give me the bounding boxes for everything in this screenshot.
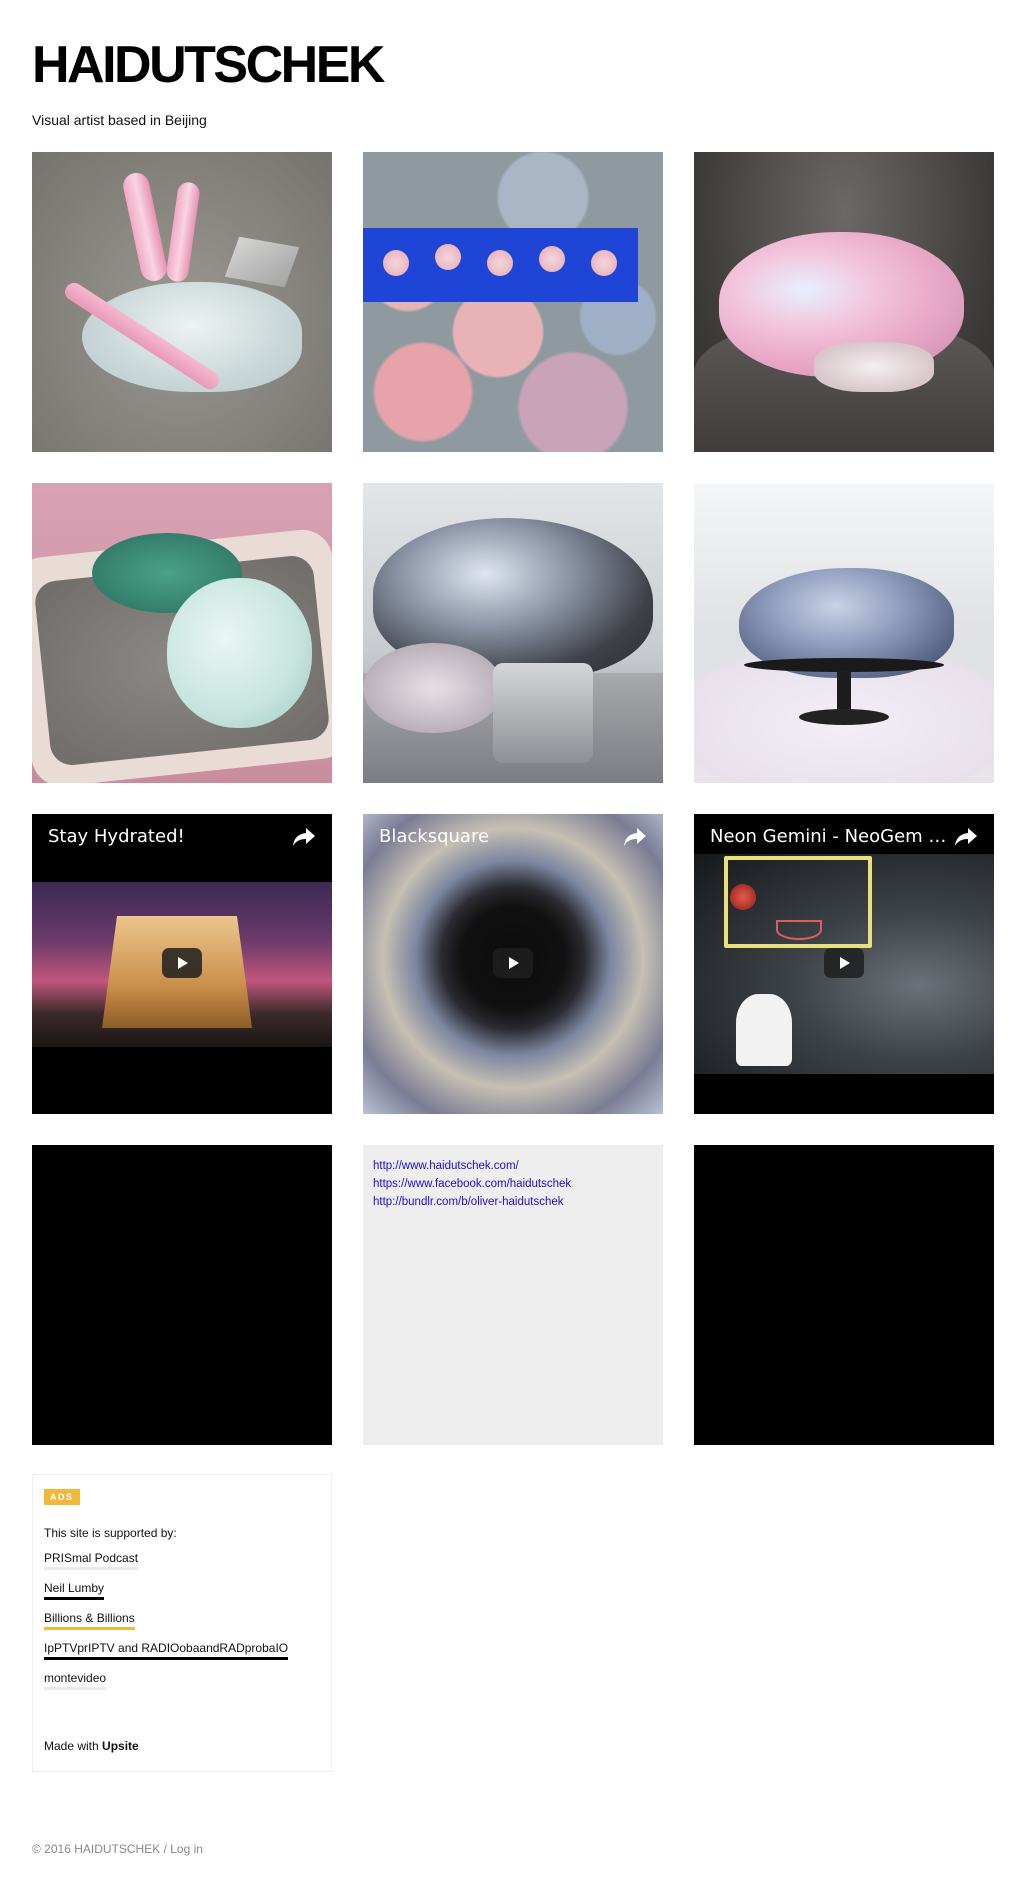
video-header: Neon Gemini - NeoGem α - … (694, 814, 994, 882)
sponsor-link[interactable]: Billions & Billions (44, 1611, 320, 1630)
gallery-image-3[interactable] (694, 152, 994, 452)
site-header: HAIDUTSCHEK Visual artist based in Beiji… (32, 39, 385, 128)
black-embed-tile (694, 1145, 994, 1445)
black-embed-tile (32, 1145, 332, 1445)
video-header: Blacksquare (363, 814, 663, 882)
sponsor-link[interactable]: PRISmal Podcast (44, 1551, 320, 1570)
video-embed-3[interactable]: Neon Gemini - NeoGem α - … (694, 814, 994, 1114)
video-embed-2[interactable]: Blacksquare (363, 814, 663, 1114)
sponsor-link[interactable]: IpPTVprIPTV and RADIOobaandRADprobaIO (44, 1641, 320, 1660)
video-title[interactable]: Blacksquare (379, 826, 619, 847)
sponsor-label: montevideo (44, 1671, 107, 1690)
links-tile: http://www.haidutschek.com/ https://www.… (363, 1145, 663, 1445)
gallery-image-1[interactable] (32, 152, 332, 452)
sponsor-label: IpPTVprIPTV and RADIOobaandRADprobaIO (44, 1641, 289, 1660)
sponsor-label: Billions & Billions (44, 1611, 135, 1630)
sponsor-link[interactable]: montevideo (44, 1671, 320, 1690)
play-button[interactable] (162, 948, 202, 978)
sponsor-label: PRISmal Podcast (44, 1551, 139, 1570)
site-subtitle: Visual artist based in Beijing (32, 112, 207, 128)
site-title[interactable]: HAIDUTSCHEK (32, 39, 385, 91)
ads-box: ADS This site is supported by: PRISmal P… (32, 1474, 332, 1772)
play-button[interactable] (493, 948, 533, 978)
gallery-image-4[interactable] (32, 483, 332, 783)
ads-badge: ADS (44, 1489, 80, 1505)
video-title[interactable]: Stay Hydrated! (48, 826, 288, 847)
video-header: Stay Hydrated! (32, 814, 332, 882)
bundlr-link[interactable]: http://bundlr.com/b/oliver-haidutschek (373, 1193, 653, 1211)
login-link[interactable]: Log in (170, 1842, 203, 1856)
video-title[interactable]: Neon Gemini - NeoGem α - … (710, 826, 950, 847)
share-icon[interactable] (623, 826, 647, 848)
gallery-image-5[interactable] (363, 483, 663, 783)
facebook-link[interactable]: https://www.facebook.com/haidutschek (373, 1175, 653, 1193)
share-icon[interactable] (954, 826, 978, 848)
website-link[interactable]: http://www.haidutschek.com/ (373, 1157, 653, 1175)
play-button[interactable] (824, 948, 864, 978)
made-with-prefix: Made with (44, 1739, 103, 1753)
ads-intro: This site is supported by: (44, 1526, 177, 1540)
gallery-image-2[interactable] (363, 152, 663, 452)
copyright-text: © 2016 HAIDUTSCHEK / (32, 1842, 171, 1856)
made-with: Made with Upsite (44, 1739, 139, 1753)
upsite-link[interactable]: Upsite (102, 1739, 139, 1753)
video-embed-1[interactable]: Stay Hydrated! (32, 814, 332, 1114)
sponsor-link[interactable]: Neil Lumby (44, 1581, 320, 1600)
gallery-image-6[interactable] (694, 483, 994, 783)
sponsor-label: Neil Lumby (44, 1581, 105, 1600)
footer: © 2016 HAIDUTSCHEK / Log in (32, 1842, 203, 1856)
share-icon[interactable] (292, 826, 316, 848)
